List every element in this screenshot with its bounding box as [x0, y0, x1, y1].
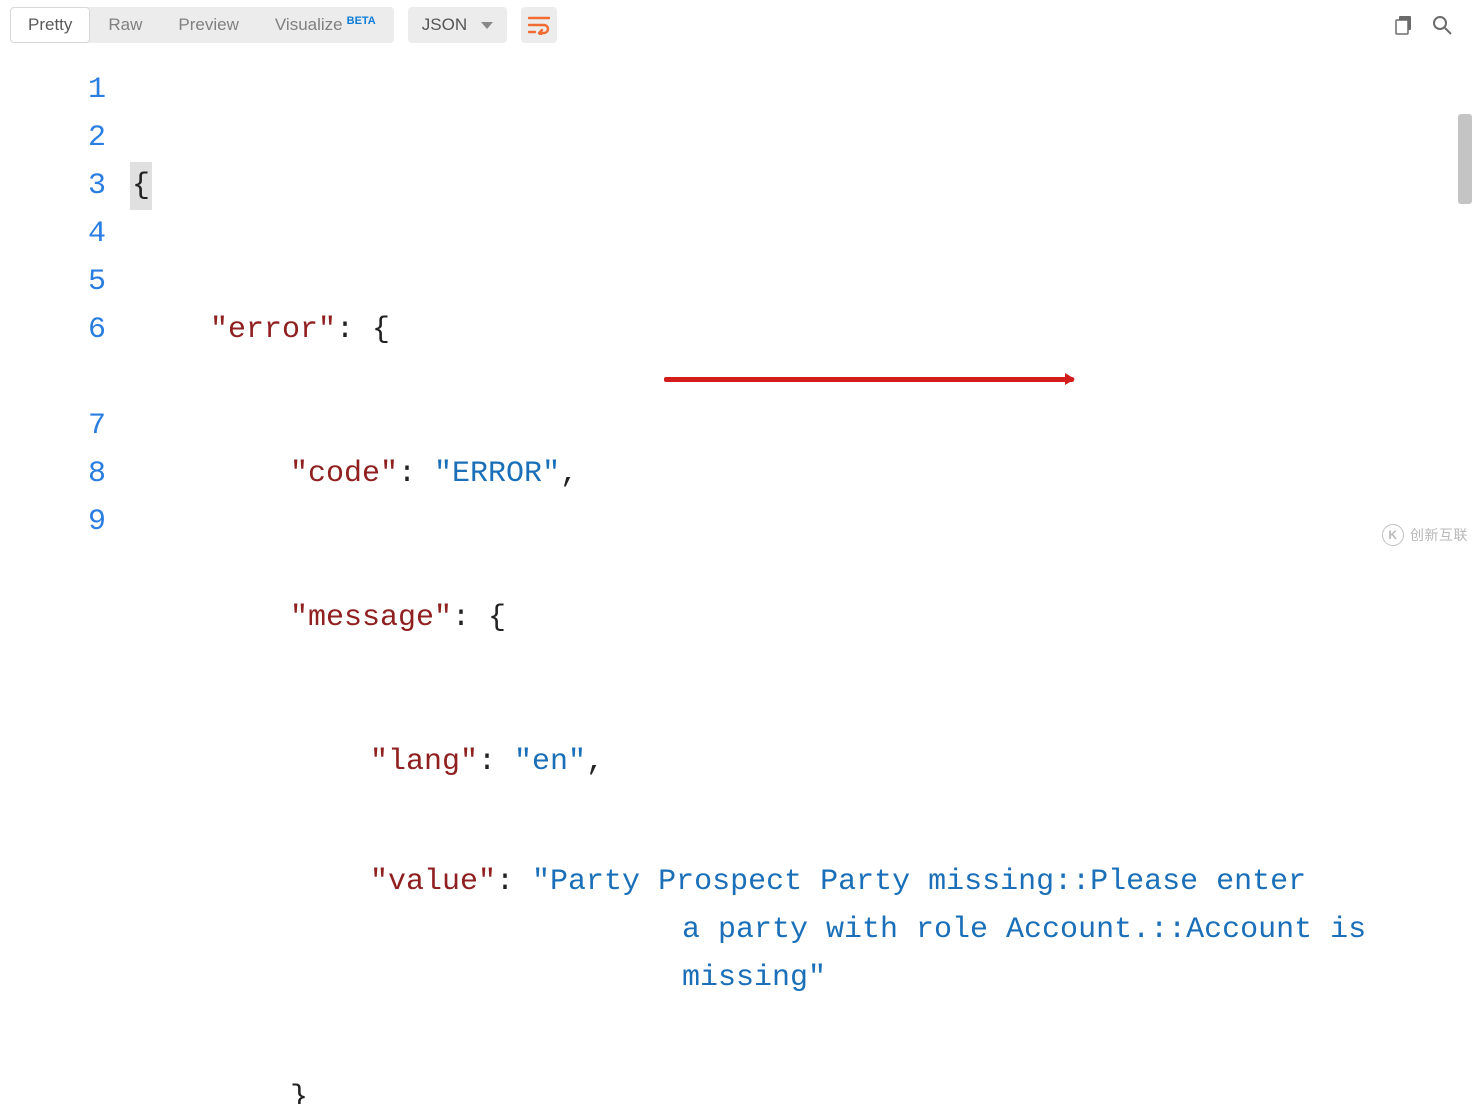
line-number: 8 — [0, 450, 106, 498]
response-view-toolbar: Pretty Raw Preview VisualizeBETA JSON — [0, 0, 1476, 50]
beta-badge: BETA — [347, 15, 376, 27]
body-view-tabs: Pretty Raw Preview VisualizeBETA — [10, 7, 394, 43]
code-line: } — [130, 1074, 1426, 1104]
line-number: 5 — [0, 258, 106, 306]
copy-icon — [1394, 15, 1414, 35]
code-content[interactable]: { "error": { "code": "ERROR", "message":… — [130, 50, 1476, 552]
code-line: "value": "Party Prospect Party missing::… — [130, 882, 1426, 978]
search-button[interactable] — [1432, 15, 1452, 35]
wrap-lines-button[interactable] — [521, 7, 557, 43]
line-number: 6 — [0, 306, 106, 402]
code-line: "lang": "en", — [130, 738, 1426, 786]
tab-raw[interactable]: Raw — [90, 7, 160, 43]
scrollbar-thumb[interactable] — [1458, 114, 1472, 204]
toolbar-right-icons — [1394, 15, 1466, 35]
line-number: 9 — [0, 498, 106, 546]
code-line: "message": { — [130, 594, 1426, 642]
copy-button[interactable] — [1394, 15, 1414, 35]
line-gutter: 1 2 3 4 5 6 7 8 9 — [0, 50, 130, 552]
line-number: 2 — [0, 114, 106, 162]
code-line: { — [130, 162, 1426, 210]
line-number: 1 — [0, 66, 106, 114]
tab-visualize[interactable]: VisualizeBETA — [257, 7, 394, 43]
code-line: "error": { — [130, 306, 1426, 354]
line-number: 3 — [0, 162, 106, 210]
chevron-down-icon — [481, 22, 493, 29]
tab-pretty[interactable]: Pretty — [10, 7, 90, 43]
line-number: 4 — [0, 210, 106, 258]
tab-preview[interactable]: Preview — [160, 7, 256, 43]
watermark-logo-icon: K — [1382, 524, 1404, 546]
search-icon — [1432, 15, 1452, 35]
watermark-text: 创新互联 — [1410, 525, 1468, 545]
watermark: K 创新互联 — [1382, 524, 1468, 546]
annotation-underline — [664, 377, 1074, 382]
language-dropdown[interactable]: JSON — [408, 7, 507, 43]
response-body: 1 2 3 4 5 6 7 8 9 { "error": { "code": "… — [0, 50, 1476, 552]
code-line: "code": "ERROR", — [130, 450, 1426, 498]
line-number: 7 — [0, 402, 106, 450]
wrap-icon — [528, 15, 550, 35]
language-dropdown-label: JSON — [422, 15, 467, 35]
